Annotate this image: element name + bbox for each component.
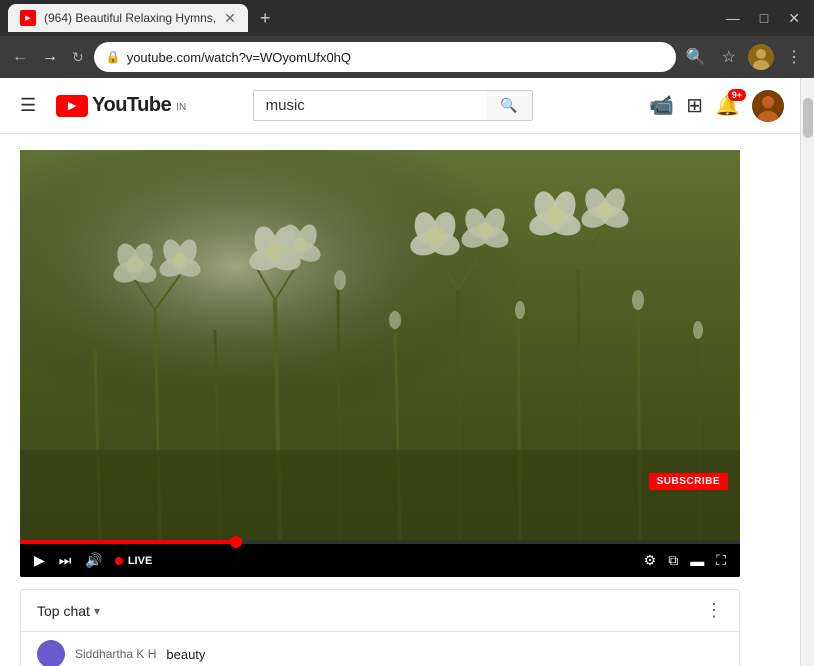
notification-badge: 9+ <box>728 89 746 101</box>
tab-title: (964) Beautiful Relaxing Hymns, <box>44 11 216 25</box>
volume-button[interactable]: 🔊 <box>83 550 104 571</box>
play-button[interactable]: ▶ <box>32 550 47 571</box>
fullscreen-icon: ⛶ <box>716 552 726 568</box>
skip-button[interactable]: ⏭ <box>57 550 74 571</box>
chat-more-button[interactable]: ⋮ <box>705 600 723 621</box>
video-controls: ▶ ⏭ 🔊 LIVE ⚙ <box>20 544 740 577</box>
url-text: youtube.com/watch?v=WOyomUfx0hQ <box>127 50 664 65</box>
settings-button[interactable]: ⚙ <box>642 550 659 571</box>
live-label: LIVE <box>128 555 152 567</box>
youtube-header: ☰ YouTube IN 🔍 📹 ⊞ 🔔 9+ <box>0 78 800 134</box>
tab-favicon <box>20 10 36 26</box>
chat-chevron-icon: ▾ <box>94 604 100 618</box>
video-overlay <box>20 150 740 540</box>
chat-message: Siddhartha K H beauty <box>21 632 739 666</box>
browser-addressbar: ← → ↻ 🔒 youtube.com/watch?v=WOyomUfx0hQ … <box>0 36 814 78</box>
live-indicator: LIVE <box>115 555 152 567</box>
youtube-country-code: IN <box>176 102 186 113</box>
live-dot <box>115 557 123 565</box>
forward-button[interactable]: → <box>38 44 62 70</box>
close-button[interactable]: ✕ <box>782 8 806 29</box>
chrome-profile-avatar[interactable] <box>748 44 774 70</box>
youtube-logo-icon <box>56 95 88 117</box>
bookmark-button[interactable]: ☆ <box>718 43 740 71</box>
skip-icon: ⏭ <box>59 552 72 568</box>
scrollbar-thumb[interactable] <box>803 98 813 138</box>
browser-tab[interactable]: (964) Beautiful Relaxing Hymns, ✕ <box>8 4 248 32</box>
minimize-button[interactable]: — <box>720 8 746 28</box>
chat-section: Top chat ▾ ⋮ Siddhartha K H beauty <box>20 589 740 666</box>
search-box: 🔍 <box>253 90 533 121</box>
progress-fill <box>20 540 236 544</box>
miniplayer-button[interactable]: ⧉ <box>666 550 680 571</box>
progress-bar[interactable] <box>20 540 740 544</box>
chat-header: Top chat ▾ ⋮ <box>21 590 739 632</box>
grid-icon: ⊞ <box>686 95 703 117</box>
volume-icon: 🔊 <box>85 552 102 568</box>
notifications-button[interactable]: 🔔 9+ <box>715 93 740 118</box>
apps-button[interactable]: ⊞ <box>686 93 703 118</box>
browser-titlebar: (964) Beautiful Relaxing Hymns, ✕ + — □ … <box>0 0 814 36</box>
video-container: SUBSCRIBE ▶ ⏭ 🔊 <box>20 150 740 577</box>
chat-username: Siddhartha K H <box>75 647 156 661</box>
controls-right: ⚙ ⧉ ▬ ⛶ <box>642 550 728 571</box>
refresh-button[interactable]: ↻ <box>68 45 88 70</box>
search-submit-button[interactable]: 🔍 <box>486 90 532 121</box>
scrollbar[interactable] <box>800 78 814 666</box>
youtube-logo[interactable]: YouTube IN <box>56 94 186 117</box>
video-frame[interactable]: SUBSCRIBE <box>20 150 740 540</box>
tab-close-button[interactable]: ✕ <box>224 10 236 27</box>
subscribe-badge[interactable]: SUBSCRIBE <box>649 473 728 490</box>
theater-button[interactable]: ▬ <box>688 551 706 571</box>
new-tab-button[interactable]: + <box>256 8 275 29</box>
upload-video-button[interactable]: 📹 <box>649 93 674 118</box>
back-button[interactable]: ← <box>8 44 32 70</box>
maximize-button[interactable]: □ <box>754 8 774 28</box>
search-button[interactable]: 🔍 <box>682 43 710 71</box>
search-input[interactable] <box>253 90 487 121</box>
chat-title: Top chat <box>37 603 90 619</box>
fullscreen-button[interactable]: ⛶ <box>714 550 728 571</box>
chat-message-text: beauty <box>166 647 205 662</box>
user-avatar[interactable] <box>752 90 784 122</box>
browser-actions: 🔍 ☆ ⋮ <box>682 43 806 71</box>
page-content: ☰ YouTube IN 🔍 📹 ⊞ 🔔 9+ <box>0 78 800 666</box>
lock-icon: 🔒 <box>106 50 121 64</box>
theater-icon: ▬ <box>690 553 704 569</box>
chat-avatar <box>37 640 65 666</box>
miniplayer-icon: ⧉ <box>668 552 678 568</box>
progress-thumb <box>230 536 242 548</box>
play-icon: ▶ <box>34 552 45 568</box>
address-bar[interactable]: 🔒 youtube.com/watch?v=WOyomUfx0hQ <box>94 42 676 72</box>
youtube-logo-text: YouTube <box>92 94 171 117</box>
main-content: SUBSCRIBE ▶ ⏭ 🔊 <box>0 134 800 666</box>
menu-button[interactable]: ⋮ <box>782 43 806 71</box>
video-camera-icon: 📹 <box>649 95 674 117</box>
settings-icon: ⚙ <box>644 552 657 568</box>
header-actions: 📹 ⊞ 🔔 9+ <box>649 90 784 122</box>
window-controls: — □ ✕ <box>720 8 806 29</box>
hamburger-menu[interactable]: ☰ <box>16 91 40 120</box>
page-wrapper: ☰ YouTube IN 🔍 📹 ⊞ 🔔 9+ <box>0 78 814 666</box>
